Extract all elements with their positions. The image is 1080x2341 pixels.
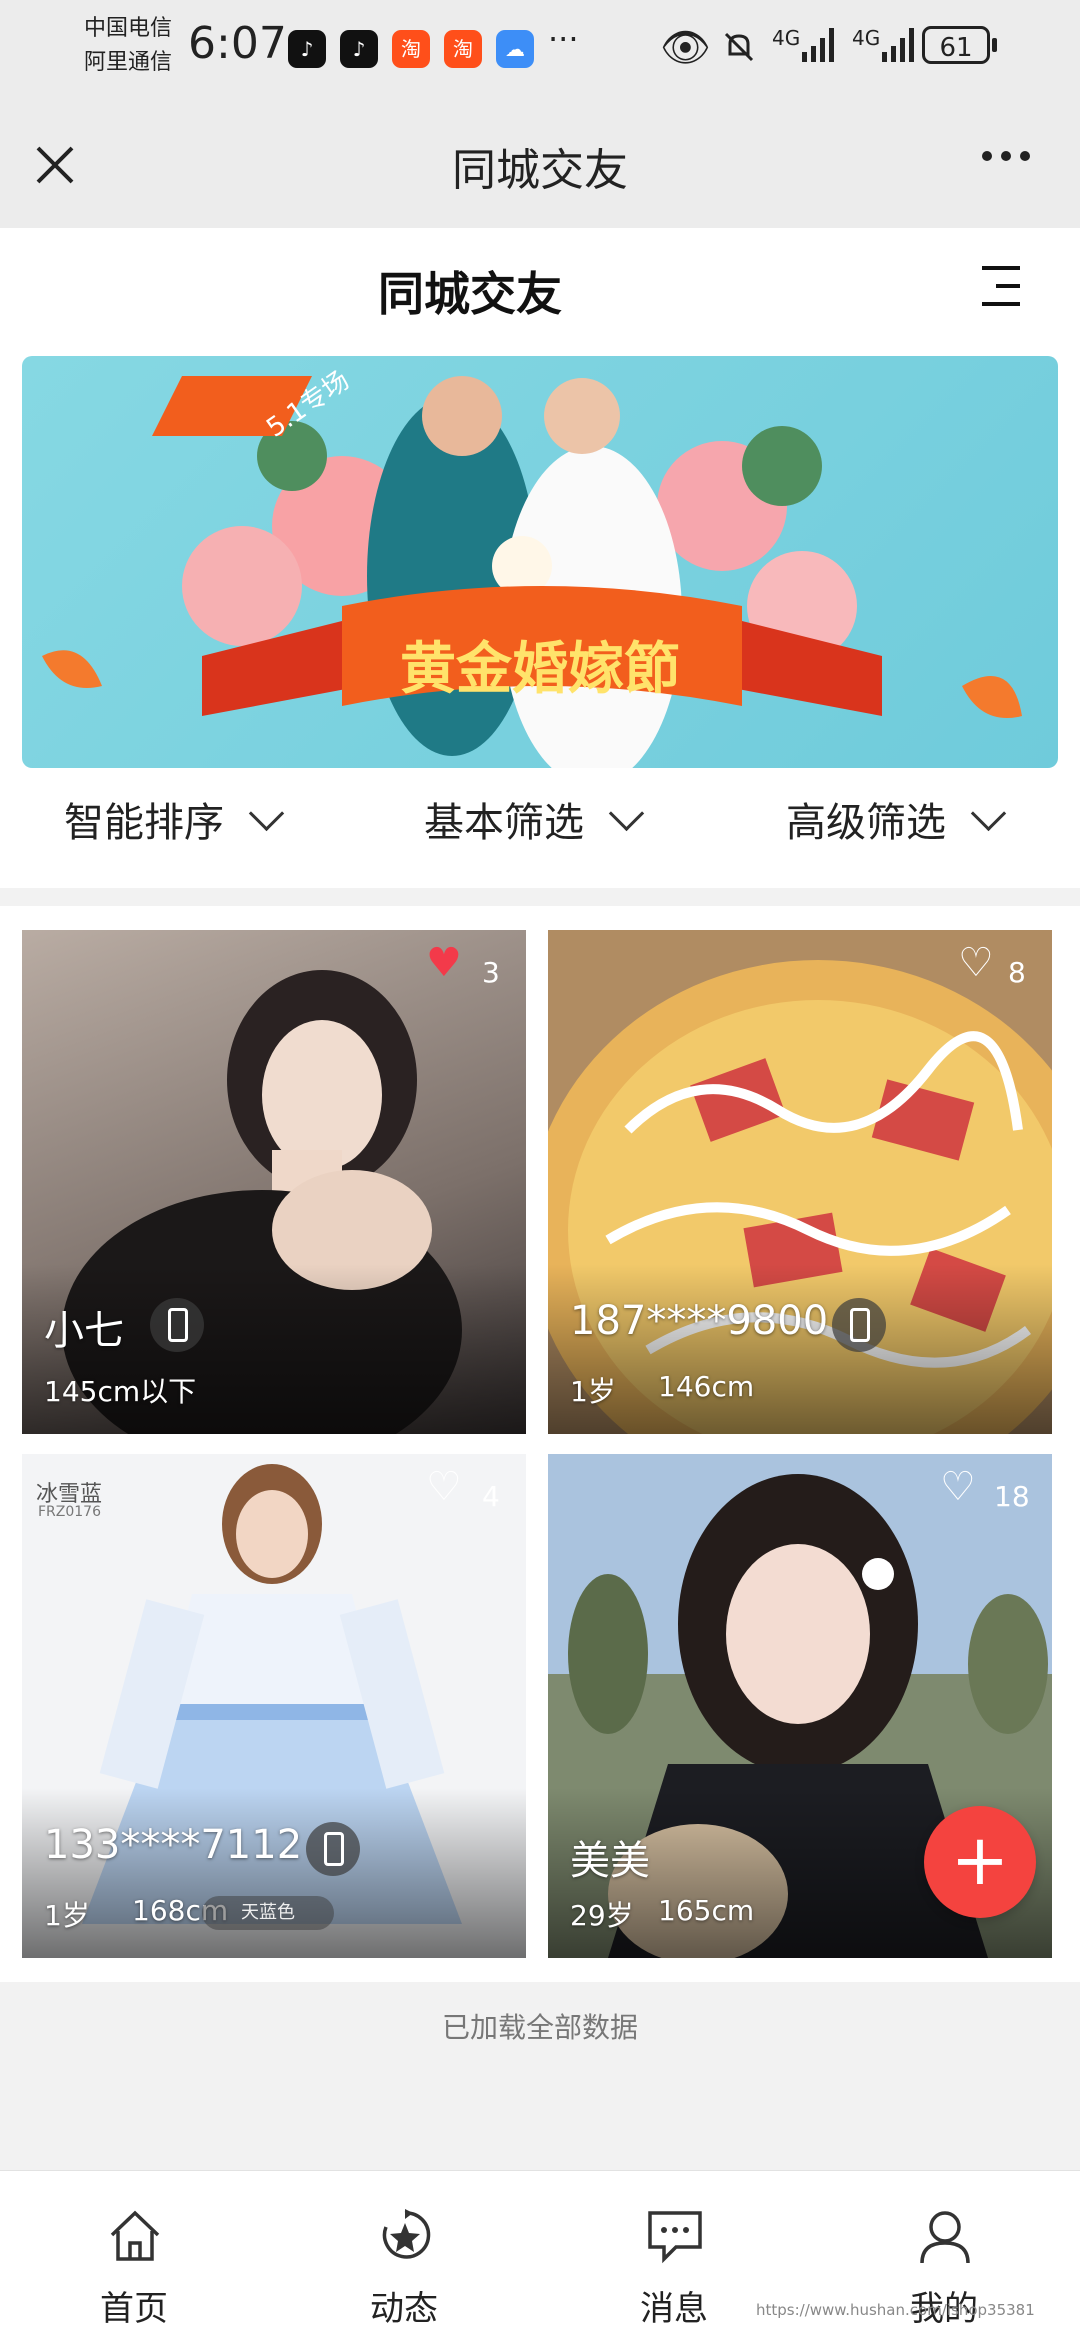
likes-count: 18 (994, 1480, 1030, 1513)
banner-illustration (42, 376, 1022, 768)
battery-tip (992, 38, 997, 52)
signal-icon (880, 24, 920, 68)
battery-icon: 61 (922, 26, 990, 64)
nav-item-moments[interactable]: 动态 (314, 2171, 494, 2341)
likes-count: 4 (482, 1480, 500, 1513)
promo-banner[interactable]: 5.1专场 黄金婚嫁節 (22, 356, 1058, 768)
nav-item-messages[interactable]: 消息 (584, 2171, 764, 2341)
cloud-icon: ☁ (496, 30, 534, 68)
chevron-down-icon (608, 795, 645, 831)
nav-label: 动态 (370, 2289, 438, 2329)
profile-age: 1岁 (570, 1375, 616, 1408)
watermark-url: https://www.hushan.com/ishop35381 (756, 2301, 1035, 2319)
heart-filled-icon[interactable]: ♥ (426, 940, 462, 986)
card-shade (548, 1264, 1052, 1434)
home-icon (110, 2210, 160, 2261)
nav-label: 首页 (100, 2289, 168, 2329)
status-bar: 中国电信 阿里通信 6:07 ♪ ♪ 淘 淘 ☁ ··· 👁 4G 4G 61 (0, 0, 1080, 98)
chevron-down-icon (248, 795, 285, 831)
likes-count: 3 (482, 956, 500, 989)
load-complete-text: 已加载全部数据 (441, 2011, 638, 2044)
clock: 6:07 (188, 18, 287, 69)
network-type: 4G (772, 26, 801, 50)
nav-label: 消息 (640, 2289, 708, 2329)
card-shade (22, 1788, 526, 1958)
likes-count: 8 (1008, 956, 1026, 989)
taobao-icon: 淘 (392, 30, 430, 68)
mute-icon (722, 30, 754, 62)
filter-basic[interactable]: 基本筛选 (424, 790, 645, 848)
profile-height: 165cm (658, 1894, 755, 1927)
window-title: 同城交友 (452, 145, 628, 196)
carrier-label: 阿里通信 (84, 50, 173, 75)
taobao-icon: 淘 (444, 30, 482, 68)
title-bar: 同城交友 (0, 98, 1080, 228)
profile-age: 1岁 (44, 1899, 90, 1932)
profile-card[interactable]: ♡ 8 187****9800 1岁 146cm (548, 930, 1052, 1434)
filter-label: 智能排序 (64, 800, 224, 846)
profile-height: 145cm以下 (44, 1375, 197, 1408)
heart-outline-icon[interactable]: ♡ (426, 1464, 462, 1510)
phone-verified-icon (306, 1822, 360, 1876)
profile-card[interactable]: 冰雪蓝 FRZ0176 ♡ 4 133****7112 1岁 168cm 天蓝色 (22, 1454, 526, 1958)
product-code: FRZ0176 (38, 1504, 101, 1520)
add-post-button[interactable]: + (924, 1806, 1036, 1918)
profile-name: 小七 (44, 1308, 124, 1354)
message-icon (648, 2211, 702, 2264)
profile-card[interactable]: ♥ 3 小七 145cm以下 (22, 930, 526, 1434)
filter-advanced[interactable]: 高级筛选 (786, 790, 1007, 848)
page-title: 同城交友 (378, 267, 562, 321)
chevron-down-icon (970, 795, 1007, 831)
tiktok-icon: ♪ (288, 30, 326, 68)
heart-outline-icon[interactable]: ♡ (958, 940, 994, 986)
profile-age: 29岁 (570, 1899, 634, 1932)
more-options-icon[interactable] (980, 148, 1030, 168)
profile-height: 146cm (658, 1370, 755, 1403)
carrier-label: 中国电信 (84, 16, 173, 41)
star-refresh-icon (382, 2209, 431, 2259)
profile-name: 187****9800 (570, 1298, 829, 1344)
heart-outline-icon[interactable]: ♡ (940, 1464, 976, 1510)
phone-verified-icon (150, 1298, 204, 1352)
signal-icon (800, 24, 840, 68)
profile-name: 133****7112 (44, 1822, 303, 1868)
filter-label: 基本筛选 (424, 800, 584, 846)
profile-name: 美美 (570, 1838, 650, 1884)
color-tag: 天蓝色 (202, 1896, 334, 1930)
filter-smart-sort[interactable]: 智能排序 (64, 790, 285, 848)
tiktok-icon: ♪ (340, 30, 378, 68)
filter-label: 高级筛选 (786, 800, 946, 846)
bottom-nav: 首页 动态 消息 我的 https://www.hushan.com/ishop… (0, 2170, 1080, 2341)
more-notifications: ··· (548, 20, 579, 58)
eye-icon: 👁 (660, 25, 711, 71)
network-type: 4G (852, 26, 881, 50)
nav-item-home[interactable]: 首页 (44, 2171, 224, 2341)
person-icon (920, 2211, 970, 2264)
menu-icon[interactable] (982, 262, 1022, 312)
phone-verified-icon (832, 1298, 886, 1352)
banner-title: 黄金婚嫁節 (400, 637, 680, 702)
